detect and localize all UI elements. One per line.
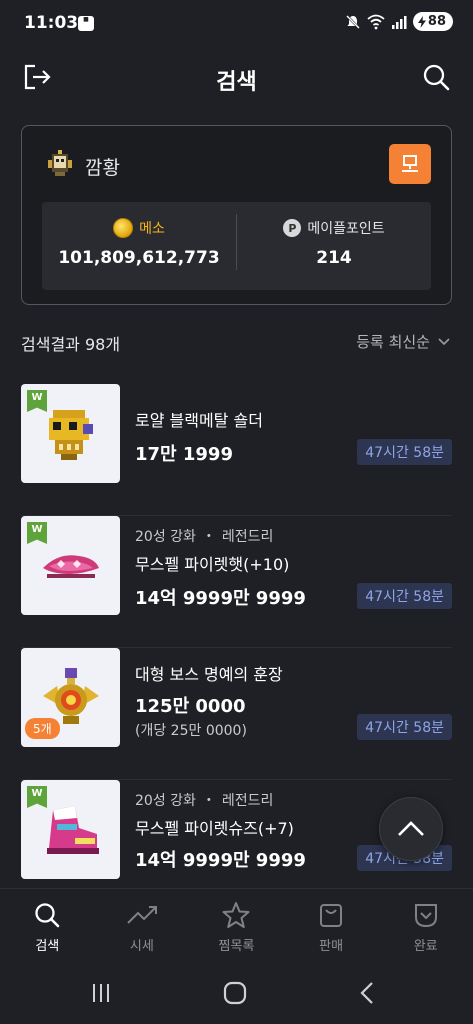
mute-icon: [346, 14, 360, 29]
battery-indicator: 88: [412, 12, 453, 31]
app-notification-icon: ■: [78, 16, 94, 31]
currency-box: 메소 101,809,612,773 P 메이플포인트 214: [42, 202, 431, 290]
item-unit-price: (개당 25만 0000): [135, 723, 247, 739]
home-icon[interactable]: [222, 980, 248, 1006]
nav-label: 시세: [129, 939, 154, 954]
item-name: 무스펠 파이렛햇(+10): [135, 555, 290, 574]
check-pocket-icon: [414, 904, 437, 928]
item-meta: 20성 강화 ・ 레전드리: [135, 793, 274, 809]
item-timer: 47시간 58분: [357, 583, 452, 609]
point-label-row: P 메이플포인트: [237, 218, 431, 238]
sort-label: 등록 최신순: [356, 333, 430, 351]
chevron-down-icon: [438, 337, 450, 345]
meso-coin-icon: [113, 218, 134, 238]
item-name: 대형 보스 명예의 훈장: [135, 665, 283, 684]
meso-value: 101,809,612,773: [58, 248, 220, 268]
item-name: 로얄 블랙메탈 숄더: [135, 411, 263, 430]
item-thumbnail: 5개: [21, 648, 120, 747]
nav-label: 검색: [35, 939, 60, 954]
sort-dropdown[interactable]: 등록 최신순: [356, 331, 450, 352]
quantity-badge: 5개: [25, 718, 60, 739]
item-timer: 47시간 58분: [357, 439, 452, 465]
meso-label-row: 메소: [42, 218, 236, 238]
item-price: 17만 1999: [135, 444, 233, 465]
point-section: P 메이플포인트 214: [237, 202, 431, 290]
page-title: 검색: [216, 70, 257, 95]
nav-completed[interactable]: 완료: [378, 889, 473, 960]
item-potential: 레전드리: [221, 529, 274, 545]
point-label: 메이플포인트: [307, 221, 385, 237]
pirate-shoes-item-icon: [47, 806, 99, 854]
system-nav-bar: [0, 960, 473, 1024]
status-icons: 88: [345, 12, 453, 31]
pirate-hat-item-icon: [43, 555, 99, 578]
scroll-top-button[interactable]: [379, 797, 443, 861]
list-item[interactable]: W 로얄 블랙메탈 숄더 17만 1999 47시간 58분: [21, 384, 452, 516]
nav-label: 완료: [413, 939, 438, 954]
back-icon[interactable]: [355, 980, 381, 1006]
profile-card: 깜황 메소 101,809,612,773 P 메이플포인트 214: [21, 125, 452, 305]
point-value: 214: [316, 248, 352, 268]
item-timer: 47시간 58분: [357, 714, 452, 740]
item-name: 무스펠 파이렛슈즈(+7): [135, 819, 294, 838]
search-icon[interactable]: [421, 62, 451, 92]
item-star-force: 20성 강화: [135, 793, 196, 809]
nav-label: 판매: [319, 939, 344, 954]
character-menu-button[interactable]: [389, 144, 431, 184]
charging-icon: [417, 15, 426, 28]
nav-market-price[interactable]: 시세: [95, 889, 190, 960]
item-star-force: 20성 강화: [135, 529, 196, 545]
item-potential: 레전드리: [221, 793, 274, 809]
recent-apps-icon[interactable]: [88, 980, 114, 1006]
search-icon: [35, 903, 60, 928]
nav-selling[interactable]: 판매: [284, 889, 379, 960]
star-icon: [222, 902, 250, 928]
app-header: 검색: [0, 50, 473, 106]
status-time: 11:03: [24, 13, 79, 33]
nav-label: 찜목록: [218, 939, 255, 954]
character-emblem-icon: [48, 150, 72, 176]
item-price: 14억 9999만 9999: [135, 588, 306, 609]
item-price: 125만 0000: [135, 696, 246, 717]
nav-search[interactable]: 검색: [0, 889, 95, 960]
wifi-icon: [367, 14, 385, 29]
list-item[interactable]: 5개 대형 보스 명예의 훈장 125만 0000 (개당 25만 0000) …: [21, 648, 452, 780]
results-count: 검색결과 98개: [21, 335, 121, 354]
meso-section: 메소 101,809,612,773: [42, 202, 236, 290]
shoulder-item-icon: [49, 410, 93, 460]
battery-level: 88: [427, 14, 446, 29]
list-item[interactable]: W 20성 강화 ・ 레전드리 무스펠 파이렛햇(+10) 14억 9999만 99…: [21, 516, 452, 648]
character-switch-icon: [402, 155, 418, 172]
chevron-up-icon: [398, 821, 424, 836]
maple-point-icon: P: [283, 219, 302, 237]
status-bar: 11:03 ■ 88: [0, 0, 473, 48]
item-thumbnail: W: [21, 384, 120, 483]
meso-label: 메소: [139, 221, 165, 237]
item-price: 14억 9999만 9999: [135, 850, 306, 871]
item-thumbnail: W: [21, 516, 120, 615]
item-meta: 20성 강화 ・ 레전드리: [135, 529, 274, 545]
bottom-nav: 검색 시세 찜목록 판매 완료: [0, 888, 473, 960]
trend-icon: [127, 906, 157, 924]
character-name: 깜황: [85, 157, 120, 179]
item-thumbnail: W: [21, 780, 120, 879]
nav-wishlist[interactable]: 찜목록: [189, 889, 284, 960]
shopping-bag-icon: [320, 904, 343, 927]
signal-icon: [391, 15, 407, 29]
